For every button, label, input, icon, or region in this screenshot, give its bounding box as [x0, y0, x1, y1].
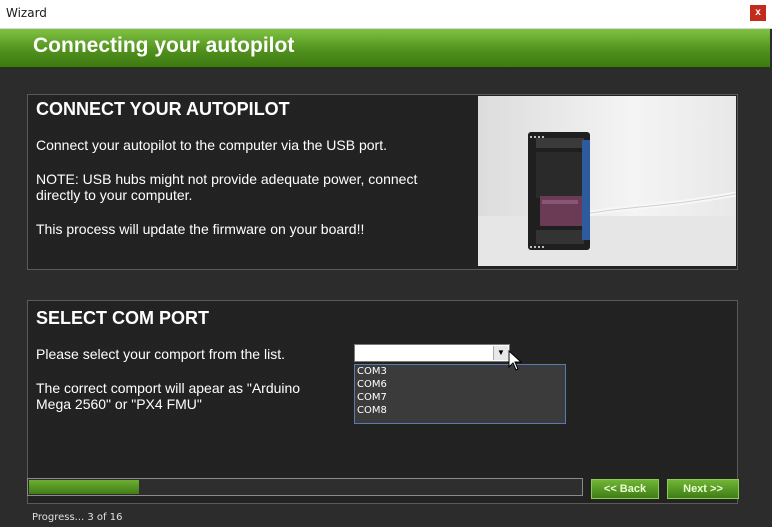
window-title: Wizard	[6, 6, 47, 20]
comport-dropdown-list: COM3 COM6 COM7 COM8	[354, 364, 566, 424]
chevron-down-icon[interactable]: ▼	[493, 346, 508, 360]
autopilot-board-image	[478, 132, 736, 266]
progress-fill	[29, 480, 139, 494]
comport-instruction: Please select your comport from the list…	[36, 346, 285, 362]
next-button[interactable]: Next >>	[667, 479, 739, 499]
title-bar: Wizard x	[0, 0, 772, 29]
comport-option[interactable]: COM6	[355, 378, 565, 391]
autopilot-photo	[478, 96, 736, 266]
progress-bar	[27, 478, 583, 496]
comport-heading: SELECT COM PORT	[36, 308, 210, 328]
connect-instruction: Connect your autopilot to the computer v…	[36, 137, 387, 153]
comport-option[interactable]: COM8	[355, 404, 565, 417]
comport-hint-line2: Mega 2560" or "PX4 FMU"	[36, 396, 202, 412]
comport-option[interactable]: COM3	[355, 365, 565, 378]
connect-heading: CONNECT YOUR AUTOPILOT	[36, 99, 290, 119]
page-title: Connecting your autopilot	[33, 34, 295, 57]
usb-hub-note-line2: directly to your computer.	[36, 187, 193, 203]
back-button[interactable]: << Back	[591, 479, 659, 499]
comport-select[interactable]: ▼	[354, 344, 510, 362]
usb-hub-note-line1: NOTE: USB hubs might not provide adequat…	[36, 171, 418, 187]
close-button[interactable]: x	[750, 5, 766, 21]
wizard-body: Connecting your autopilot CONNECT YOUR A…	[0, 29, 772, 527]
firmware-warning: This process will update the firmware on…	[36, 221, 365, 237]
page-header: Connecting your autopilot	[0, 29, 770, 68]
comport-option[interactable]: COM7	[355, 391, 565, 404]
connect-panel: CONNECT YOUR AUTOPILOT Connect your auto…	[27, 94, 738, 270]
comport-hint-line1: The correct comport will apear as "Ardui…	[36, 380, 301, 396]
mouse-cursor-icon	[508, 350, 523, 371]
progress-status: Progress... 3 of 16	[32, 512, 123, 523]
